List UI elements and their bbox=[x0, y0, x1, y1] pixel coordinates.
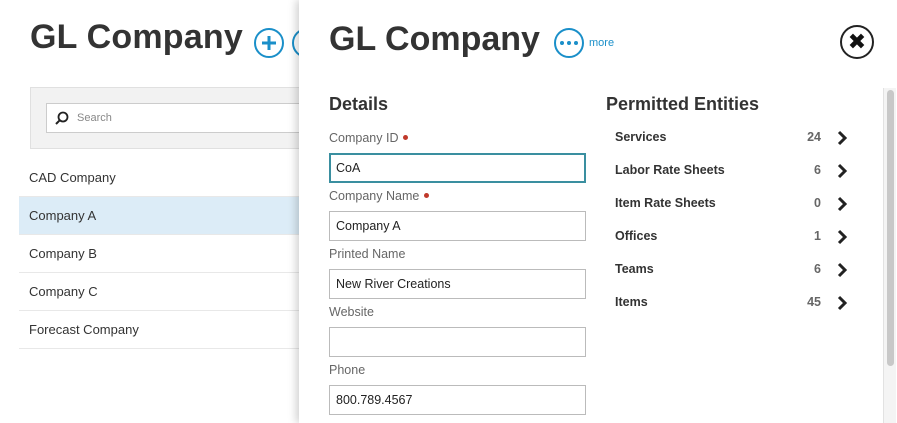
more-dots-icon bbox=[554, 28, 584, 58]
required-indicator bbox=[403, 135, 409, 141]
website-label: Website bbox=[329, 305, 374, 319]
required-indicator bbox=[424, 193, 430, 199]
entity-count: 0 bbox=[814, 196, 821, 210]
scrollbar-thumb[interactable] bbox=[887, 90, 894, 366]
entity-count: 1 bbox=[814, 229, 821, 243]
printed-name-input[interactable] bbox=[329, 269, 586, 299]
entity-row-items[interactable]: Items 45 bbox=[615, 293, 855, 313]
entity-label: Item Rate Sheets bbox=[615, 196, 716, 210]
website-input[interactable] bbox=[329, 327, 586, 357]
entity-count: 6 bbox=[814, 163, 821, 177]
more-button[interactable]: more bbox=[554, 28, 614, 58]
company-id-label: Company ID bbox=[329, 131, 409, 145]
search-placeholder: Search bbox=[77, 112, 112, 124]
entity-label: Teams bbox=[615, 262, 654, 276]
chevron-right-icon bbox=[837, 229, 848, 245]
list-item-forecast-company[interactable]: Forecast Company bbox=[19, 311, 309, 349]
company-name-label-text: Company Name bbox=[329, 189, 420, 203]
scrollbar[interactable] bbox=[883, 88, 896, 423]
chevron-right-icon bbox=[837, 196, 848, 212]
company-id-input[interactable] bbox=[329, 153, 586, 183]
panel-title: GL Company bbox=[329, 20, 540, 58]
close-icon: ✖ bbox=[847, 29, 867, 54]
details-heading: Details bbox=[329, 94, 389, 114]
printed-name-label: Printed Name bbox=[329, 247, 406, 261]
add-icon[interactable] bbox=[254, 28, 284, 58]
chevron-right-icon bbox=[837, 130, 848, 146]
more-label: more bbox=[589, 37, 615, 49]
entity-row-offices[interactable]: Offices 1 bbox=[615, 227, 855, 247]
phone-input[interactable] bbox=[329, 385, 586, 415]
search-panel: Search bbox=[30, 87, 346, 149]
company-name-label: Company Name bbox=[329, 189, 430, 203]
page-title: GL Company bbox=[30, 18, 243, 56]
list-item-cad-company[interactable]: CAD Company bbox=[19, 159, 309, 197]
list-item-company-c[interactable]: Company C bbox=[19, 273, 309, 311]
entity-label: Items bbox=[615, 295, 648, 309]
permitted-entities-heading: Permitted Entities bbox=[606, 94, 760, 114]
detail-panel: GL Company more ✖ Details Company ID Com… bbox=[299, 0, 897, 423]
list-item-company-a[interactable]: Company A bbox=[19, 197, 309, 235]
company-list: CAD Company Company A Company B Company … bbox=[19, 159, 309, 349]
entity-label: Labor Rate Sheets bbox=[615, 163, 725, 177]
chevron-right-icon bbox=[837, 262, 848, 278]
entity-row-labor-rate-sheets[interactable]: Labor Rate Sheets 6 bbox=[615, 161, 855, 181]
chevron-right-icon bbox=[837, 163, 848, 179]
entity-label: Offices bbox=[615, 229, 658, 243]
entity-row-item-rate-sheets[interactable]: Item Rate Sheets 0 bbox=[615, 194, 855, 214]
search-icon bbox=[55, 111, 69, 125]
entity-row-services[interactable]: Services 24 bbox=[615, 128, 855, 148]
phone-label: Phone bbox=[329, 363, 366, 377]
entity-count: 24 bbox=[807, 130, 821, 144]
company-id-label-text: Company ID bbox=[329, 131, 399, 145]
list-item-company-b[interactable]: Company B bbox=[19, 235, 309, 273]
close-button[interactable]: ✖ bbox=[840, 25, 874, 59]
entity-count: 6 bbox=[814, 262, 821, 276]
entity-count: 45 bbox=[807, 295, 821, 309]
company-name-input[interactable] bbox=[329, 211, 586, 241]
entity-row-teams[interactable]: Teams 6 bbox=[615, 260, 855, 280]
entity-label: Services bbox=[615, 130, 667, 144]
chevron-right-icon bbox=[837, 295, 848, 311]
